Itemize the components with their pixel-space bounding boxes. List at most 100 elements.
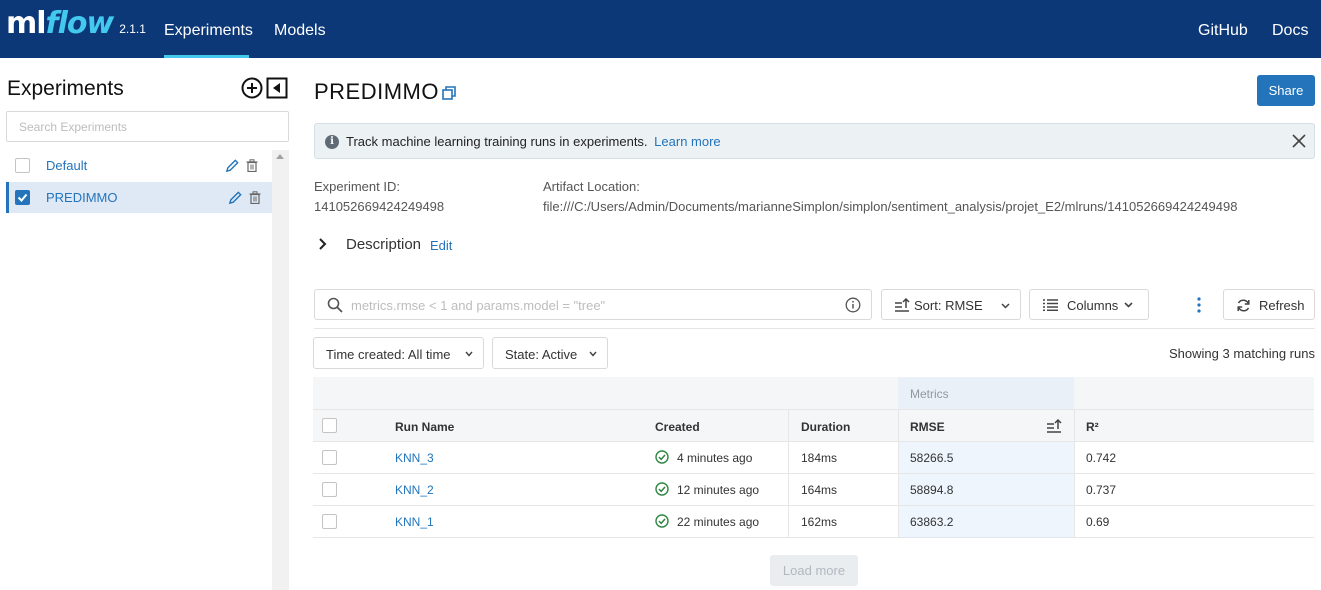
load-more-button[interactable]: Load more <box>770 555 858 586</box>
version-label: 2.1.1 <box>119 22 146 36</box>
experiment-id-value: 141052669424249498 <box>314 199 445 214</box>
time-filter-label: Time created: All time <box>326 347 451 362</box>
nav-models[interactable]: Models <box>274 0 326 58</box>
logo-flow-text: flow <box>45 6 115 41</box>
sidebar-item-label[interactable]: Default <box>46 158 87 173</box>
refresh-label: Refresh <box>1259 298 1305 313</box>
sidebar-title: Experiments <box>7 77 124 100</box>
list-icon <box>1043 299 1058 311</box>
created-cell: 12 minutes ago <box>677 483 760 497</box>
rmse-cell: 58266.5 <box>910 451 954 465</box>
duration-cell: 162ms <box>801 515 838 529</box>
time-created-filter[interactable]: Time created: All time <box>313 337 484 369</box>
delete-trash-icon[interactable] <box>249 191 261 204</box>
created-cell: 4 minutes ago <box>677 451 753 465</box>
col-header-created[interactable]: Created <box>655 420 700 434</box>
search-experiments-input[interactable] <box>6 111 289 142</box>
experiment-list: Default PREDIMMO <box>6 150 272 590</box>
r2-cell: 0.742 <box>1086 451 1117 465</box>
refresh-button[interactable]: Refresh <box>1223 289 1315 320</box>
description-label[interactable]: Description <box>346 236 421 253</box>
chevron-down-icon <box>465 351 473 357</box>
columns-label: Columns <box>1067 298 1119 313</box>
copy-icon[interactable] <box>442 86 456 100</box>
refresh-icon <box>1237 299 1250 312</box>
sidebar-scrollbar[interactable] <box>272 150 289 590</box>
sidebar-item-label[interactable]: PREDIMMO <box>46 190 118 205</box>
r2-cell: 0.69 <box>1086 515 1110 529</box>
created-cell: 22 minutes ago <box>677 515 760 529</box>
add-experiment-icon[interactable] <box>241 77 263 99</box>
run-name-link[interactable]: KNN_1 <box>395 515 434 529</box>
chevron-down-icon <box>589 351 597 357</box>
chevron-right-icon[interactable] <box>318 237 328 251</box>
checkmark-icon <box>17 193 28 202</box>
success-check-icon <box>655 514 669 528</box>
experiments-sidebar: Experiments Default <box>0 58 289 590</box>
run-name-link[interactable]: KNN_2 <box>395 483 434 497</box>
mlflow-logo[interactable]: ml flow 2.1.1 <box>6 6 146 46</box>
artifact-location-value: file:///C:/Users/Admin/Documents/mariann… <box>543 199 1238 214</box>
help-info-icon[interactable] <box>845 297 861 313</box>
row-checkbox[interactable] <box>322 450 337 465</box>
edit-pencil-icon[interactable] <box>228 190 243 205</box>
duration-cell: 164ms <box>801 483 838 497</box>
nav-experiments[interactable]: Experiments <box>164 0 253 58</box>
table-header-row: Run Name Created Duration RMSE R² <box>313 409 1314 442</box>
col-header-r2[interactable]: R² <box>1086 420 1099 434</box>
sort-ascending-icon <box>895 298 910 312</box>
info-message: Track machine learning training runs in … <box>346 134 648 149</box>
description-edit-link[interactable]: Edit <box>430 238 452 253</box>
top-navbar: ml flow 2.1.1 Experiments Models GitHub D… <box>0 0 1321 58</box>
nav-github[interactable]: GitHub <box>1198 0 1248 58</box>
more-options-icon[interactable] <box>1193 295 1205 315</box>
runs-search-box[interactable] <box>314 289 872 320</box>
toolbar-divider <box>314 328 1315 329</box>
success-check-icon <box>655 482 669 496</box>
runs-search-input[interactable] <box>351 295 831 315</box>
info-text: Track machine learning training runs in … <box>346 134 721 149</box>
collapse-sidebar-icon[interactable] <box>266 77 288 99</box>
experiment-id-label: Experiment ID: <box>314 179 400 194</box>
col-header-run-name[interactable]: Run Name <box>395 420 454 434</box>
delete-trash-icon[interactable] <box>246 159 258 172</box>
learn-more-link[interactable]: Learn more <box>654 134 720 149</box>
run-name-link[interactable]: KNN_3 <box>395 451 434 465</box>
experiment-checkbox-checked[interactable] <box>15 190 30 205</box>
state-filter[interactable]: State: Active <box>492 337 608 369</box>
artifact-location-label: Artifact Location: <box>543 179 640 194</box>
success-check-icon <box>655 450 669 464</box>
row-checkbox[interactable] <box>322 482 337 497</box>
close-icon[interactable] <box>1291 133 1307 149</box>
runs-table: Metrics Run Name Created Duration RMSE R… <box>313 377 1314 538</box>
state-filter-label: State: Active <box>505 347 578 362</box>
table-row[interactable]: KNN_1 22 minutes ago 162ms 63863.2 0.69 <box>313 506 1314 538</box>
sort-dropdown[interactable]: Sort: RMSE <box>881 289 1021 320</box>
table-row[interactable]: KNN_2 12 minutes ago 164ms 58894.8 0.737 <box>313 474 1314 506</box>
sort-ascending-icon[interactable] <box>1046 419 1062 433</box>
col-header-rmse[interactable]: RMSE <box>910 420 945 434</box>
info-icon: i <box>325 135 339 149</box>
experiment-title: PREDIMMO <box>314 79 439 104</box>
r2-cell: 0.737 <box>1086 483 1117 497</box>
rmse-cell: 63863.2 <box>910 515 954 529</box>
scroll-up-arrow-icon[interactable] <box>276 154 284 159</box>
search-icon <box>327 297 343 313</box>
rmse-cell: 58894.8 <box>910 483 954 497</box>
table-row[interactable]: KNN_3 4 minutes ago 184ms 58266.5 0.742 <box>313 442 1314 474</box>
sidebar-item-predimmo[interactable]: PREDIMMO <box>6 182 272 213</box>
select-all-checkbox[interactable] <box>322 418 337 433</box>
chevron-down-icon <box>1001 303 1010 309</box>
experiment-checkbox[interactable] <box>15 158 30 173</box>
chevron-down-icon <box>1124 302 1133 308</box>
matching-runs-count: Showing 3 matching runs <box>1169 346 1315 361</box>
share-button[interactable]: Share <box>1257 75 1315 106</box>
edit-pencil-icon[interactable] <box>225 158 240 173</box>
duration-cell: 184ms <box>801 451 838 465</box>
col-header-duration[interactable]: Duration <box>801 420 850 434</box>
row-checkbox[interactable] <box>322 514 337 529</box>
sort-label: Sort: RMSE <box>914 298 983 313</box>
sidebar-item-default[interactable]: Default <box>6 150 272 181</box>
nav-docs[interactable]: Docs <box>1272 0 1308 58</box>
columns-dropdown[interactable]: Columns <box>1029 289 1149 320</box>
